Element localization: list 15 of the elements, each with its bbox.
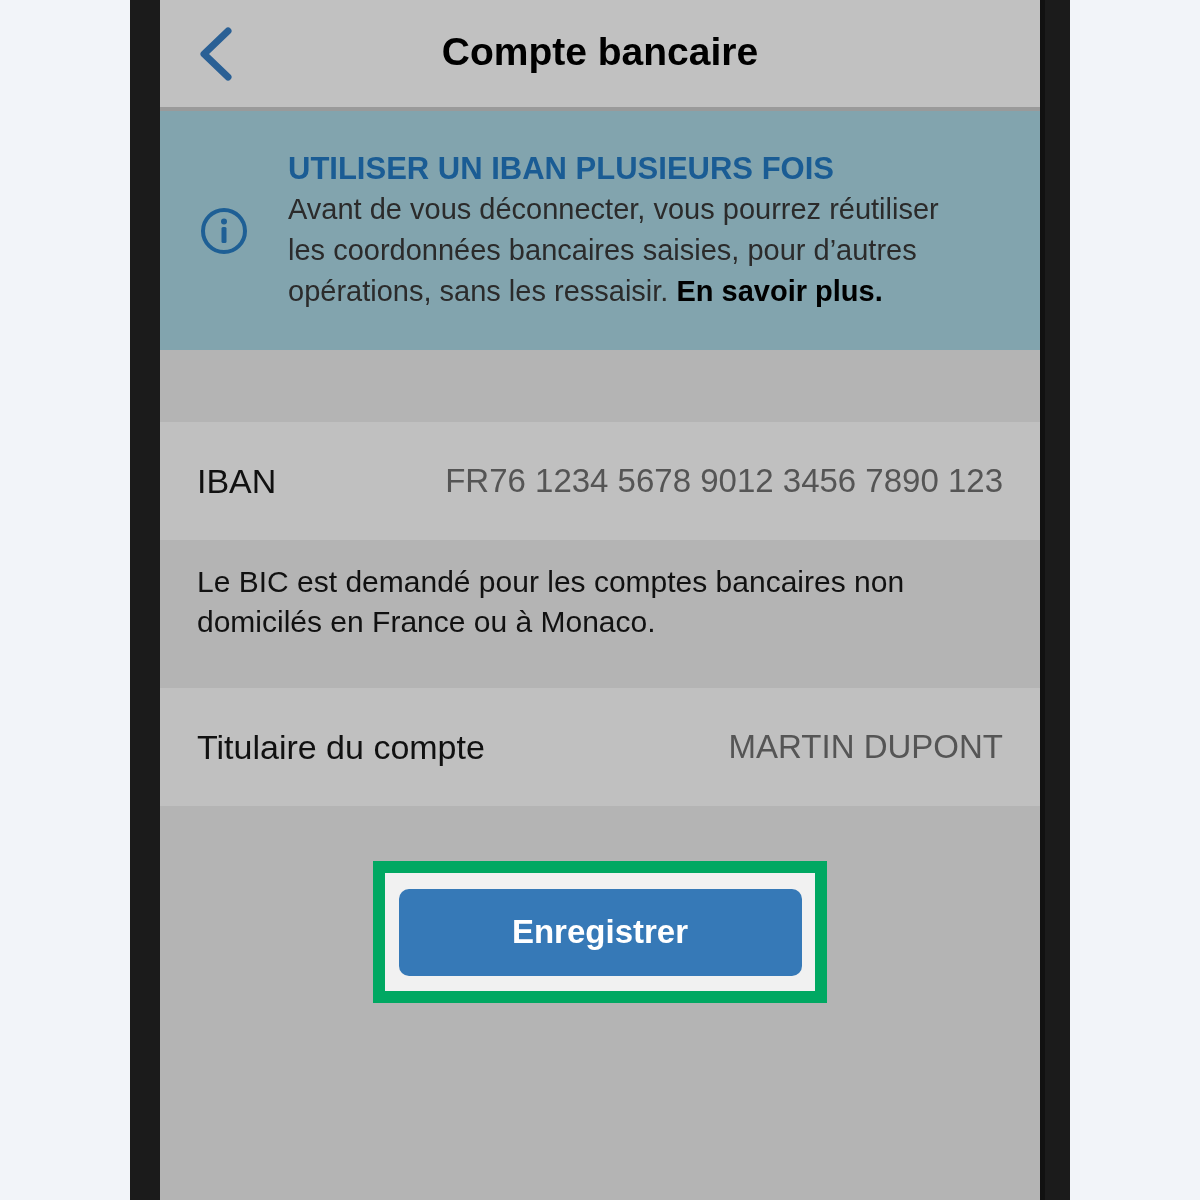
field-label: IBAN [197, 460, 277, 502]
form-row[interactable]: IBAN FR76 1234 5678 9012 3456 7890 123 [160, 422, 1040, 540]
banner-text: Avant de vous déconnecter, vous pourrez réutiliser les coordonnées bancaires saisies, pour d’autres opérations, sans les ressaisir. En savoir plus. [288, 192, 940, 309]
save-button[interactable]: Enregistrer [398, 888, 802, 976]
field-value: FR76 1234 5678 9012 3456 7890 123 [445, 461, 1003, 502]
page-title: Compte bancaire [441, 29, 759, 76]
chevron-left-icon [198, 26, 234, 81]
field-label: Titulaire du compte [197, 726, 485, 768]
back-button[interactable] [198, 26, 234, 81]
form-row[interactable]: Titulaire du compte MARTIN DUPONT [160, 688, 1040, 806]
info-icon [200, 206, 248, 255]
bic-note: Le BIC est demandé pour les comptes bancaires non domicilés en France ou à Monaco. [197, 564, 906, 640]
learn-more-link[interactable]: En savoir plus. [676, 275, 883, 307]
banner-title: UTILISER UN IBAN PLUSIEURS FOIS [288, 150, 835, 188]
field-value: MARTIN DUPONT [728, 727, 1003, 768]
